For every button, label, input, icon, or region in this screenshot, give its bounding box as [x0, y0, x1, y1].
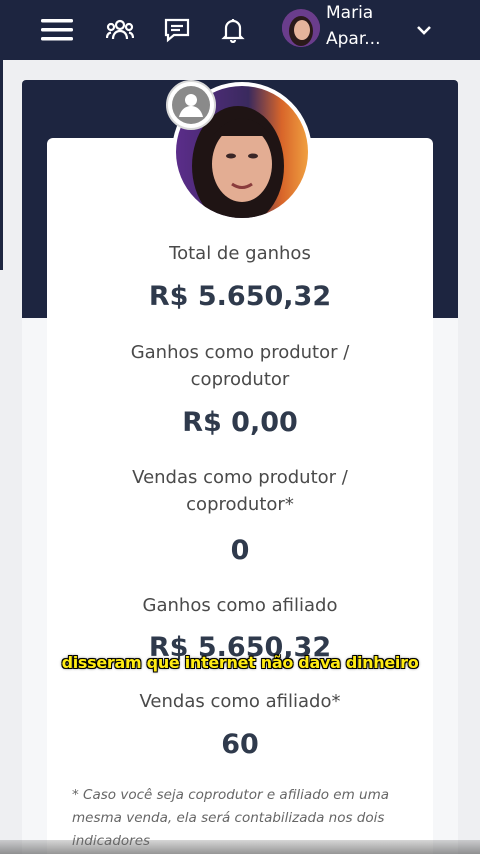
- left-edge-strip: [0, 60, 3, 270]
- subtitle-text: disseram que internet não dava dinheiro: [61, 653, 419, 672]
- user-name-line1: Maria: [326, 3, 374, 23]
- stat-value-affiliate-sales: 60: [221, 729, 259, 760]
- stat-label-affiliate-sales: Vendas como afiliado*: [139, 691, 341, 712]
- user-avatar[interactable]: [282, 9, 320, 47]
- stat-label-line1: Ganhos como produtor /: [130, 342, 350, 363]
- stat-label-line2: coprodutor*: [186, 494, 294, 515]
- users-icon[interactable]: [100, 10, 140, 50]
- menu-icon[interactable]: [37, 10, 77, 50]
- stat-value-producer-earnings: R$ 0,00: [182, 407, 298, 438]
- chat-icon[interactable]: [157, 10, 197, 50]
- change-photo-icon[interactable]: [166, 80, 216, 130]
- bell-icon[interactable]: [213, 10, 253, 50]
- user-name-line2: Apar...: [326, 29, 381, 49]
- stat-label-line1: Vendas como produtor /: [132, 467, 348, 488]
- stat-label-affiliate-earnings: Ganhos como afiliado: [142, 595, 338, 616]
- user-name[interactable]: Maria Apar...: [326, 0, 416, 52]
- stat-value-producer-sales: 0: [230, 535, 250, 566]
- stat-label-producer-sales: Vendas como produtor / coprodutor*: [47, 464, 433, 518]
- video-subtitle: disseram que internet não dava dinheiro: [0, 653, 480, 672]
- top-nav-bar: Maria Apar...: [0, 0, 480, 60]
- bottom-edge: [0, 840, 480, 854]
- stat-label-line2: coprodutor: [190, 369, 290, 390]
- stat-label-total-earnings: Total de ganhos: [169, 243, 311, 264]
- chevron-down-icon[interactable]: [404, 10, 444, 50]
- stat-label-producer-earnings: Ganhos como produtor / coprodutor: [47, 339, 433, 393]
- stat-value-total-earnings: R$ 5.650,32: [148, 281, 332, 312]
